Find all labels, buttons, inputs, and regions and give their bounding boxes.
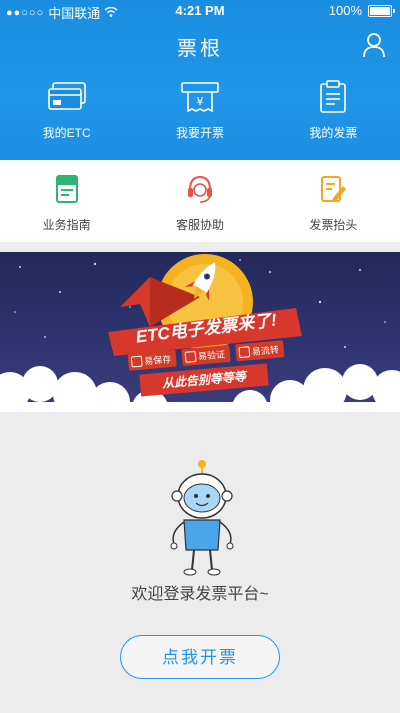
welcome-text: 欢迎登录发票平台~ xyxy=(131,586,269,603)
page-title: 票根 xyxy=(177,38,223,60)
service-invoice-title[interactable]: 发票抬头 xyxy=(267,160,400,242)
service-label: 发票抬头 xyxy=(309,218,358,232)
service-shortcuts: 业务指南 客服协助 发票抬头 xyxy=(0,160,400,242)
promo-banner[interactable]: ETC电子发票来了! 易保存 易验证 易流转 从此告别等等等 xyxy=(0,252,400,412)
svg-text:¥: ¥ xyxy=(196,95,203,108)
nav-label: 我的ETC xyxy=(42,126,91,140)
service-label: 业务指南 xyxy=(42,218,91,232)
battery-icon xyxy=(368,4,395,17)
issue-invoice-button[interactable]: 点我开票 xyxy=(120,635,280,679)
nav-issue-invoice[interactable]: ¥ 我要开票 xyxy=(133,80,266,150)
invoice-title-icon xyxy=(321,176,347,202)
nav-label: 我的发票 xyxy=(309,126,358,140)
folder-icon xyxy=(130,355,143,368)
service-label: 客服协助 xyxy=(175,218,224,232)
battery-percent: 100% xyxy=(328,3,362,18)
robot-mascot-image xyxy=(170,460,234,576)
my-invoices-icon xyxy=(320,80,347,113)
top-nav: 我的ETC ¥ 我要开票 我的发票 xyxy=(0,80,400,150)
guide-book-icon xyxy=(55,175,78,203)
nav-my-invoices[interactable]: 我的发票 xyxy=(267,80,400,150)
nav-label: 我要开票 xyxy=(175,126,224,140)
service-business-guide[interactable]: 业务指南 xyxy=(0,160,133,242)
user-profile-icon[interactable] xyxy=(362,32,386,58)
nav-my-etc[interactable]: 我的ETC xyxy=(0,80,133,150)
heart-icon xyxy=(238,346,251,359)
etc-card-icon xyxy=(47,82,86,110)
customer-service-icon xyxy=(187,175,212,203)
search-icon xyxy=(184,350,197,363)
invoice-printer-icon: ¥ xyxy=(181,82,219,113)
service-customer-support[interactable]: 客服协助 xyxy=(133,160,266,242)
status-bar: ●●○○○ 中国联通 4:21 PM 100% xyxy=(0,0,400,22)
top-header: ●●○○○ 中国联通 4:21 PM 100% 票根 我的ETC ¥ 我要开票 … xyxy=(0,0,400,160)
